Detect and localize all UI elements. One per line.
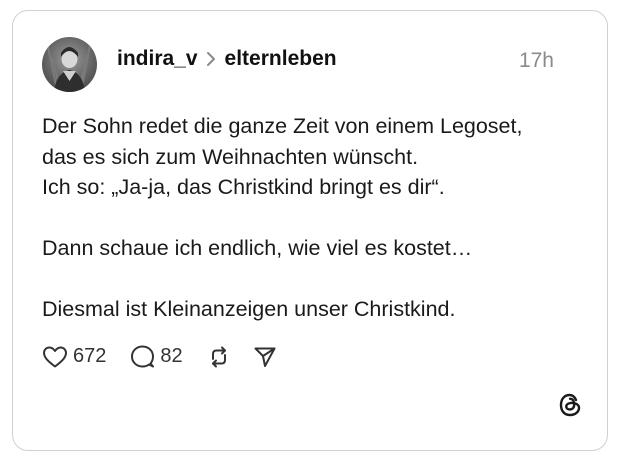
post-header: indira_v elternleben	[117, 47, 337, 71]
post-text: Der Sohn redet die ganze Zeit von einem …	[42, 111, 582, 325]
post-timestamp: 17h	[518, 49, 554, 72]
username[interactable]: indira_v	[117, 47, 198, 71]
post-line: Diesmal ist Kleinanzeigen unser Christki…	[42, 297, 456, 321]
comment-icon	[130, 344, 155, 369]
post-line: Dann schaue ich endlich, wie viel es kos…	[42, 236, 473, 260]
post-card: indira_v elternleben 17h Der Sohn redet …	[12, 10, 608, 451]
community-name[interactable]: elternleben	[225, 47, 337, 71]
threads-logo-icon	[557, 391, 583, 424]
post-line: Ich so: „Ja-ja, das Christkind bringt es…	[42, 175, 445, 199]
post-line: Der Sohn redet die ganze Zeit von einem …	[42, 114, 523, 138]
comment-button[interactable]: 82	[130, 344, 183, 369]
heart-icon	[42, 345, 68, 369]
chevron-right-icon	[206, 51, 217, 67]
post-line: das es sich zum Weihnachten wünscht.	[42, 144, 419, 169]
share-icon	[253, 345, 277, 369]
repost-button[interactable]	[207, 345, 231, 369]
like-count: 672	[73, 345, 107, 367]
repost-icon	[207, 345, 231, 369]
avatar[interactable]	[42, 37, 97, 92]
share-button[interactable]	[253, 345, 277, 369]
action-bar: 672 82	[42, 344, 277, 369]
like-button[interactable]: 672	[42, 345, 106, 369]
comment-count: 82	[160, 345, 183, 367]
